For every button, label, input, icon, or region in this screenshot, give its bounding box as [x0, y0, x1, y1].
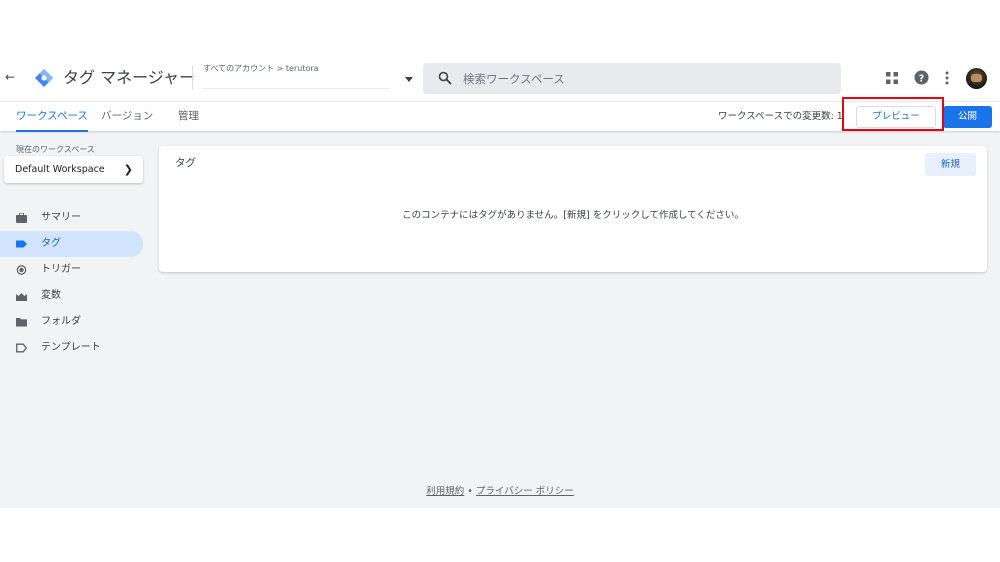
- highlight-annotation-box: [842, 97, 944, 131]
- folder-icon: [16, 318, 27, 327]
- tag-icon: [16, 240, 27, 248]
- tags-card: タグ 新規 このコンテナにはタグがありません。[新規] をクリックして作成してく…: [159, 146, 987, 272]
- sidebar-item-folders[interactable]: フォルダ: [0, 309, 143, 335]
- container-name-placeholder: [203, 79, 389, 89]
- sidebar-item-templates[interactable]: テンプレート: [0, 335, 143, 361]
- account-breadcrumb: すべてのアカウント > terutora: [203, 64, 319, 73]
- sidebar-item-label: タグ: [41, 238, 61, 249]
- footer-separator: •: [464, 486, 476, 497]
- app-title: タグ マネージャー: [63, 68, 195, 87]
- sidebar-item-tags[interactable]: タグ: [0, 231, 143, 257]
- tag-manager-logo-icon: [35, 69, 53, 87]
- apps-grid-icon[interactable]: [886, 72, 898, 84]
- search-icon: [438, 71, 452, 85]
- briefcase-icon: [16, 213, 27, 223]
- new-tag-button[interactable]: 新規: [925, 153, 976, 176]
- avatar[interactable]: [966, 68, 987, 89]
- tab-admin[interactable]: 管理: [178, 102, 199, 131]
- card-title: タグ: [175, 157, 196, 169]
- sidebar-item-label: テンプレート: [41, 342, 101, 353]
- account-container-selector[interactable]: すべてのアカウント > terutora: [203, 63, 415, 95]
- search-input[interactable]: [463, 63, 823, 94]
- svg-text:?: ?: [919, 73, 924, 84]
- empty-state-message: このコンテナにはタグがありません。[新規] をクリックして作成してください。: [402, 210, 744, 221]
- sidebar-item-triggers[interactable]: トリガー: [0, 257, 143, 283]
- workspace-name: Default Workspace: [15, 164, 105, 175]
- help-icon[interactable]: ?: [914, 70, 929, 85]
- tab-versions[interactable]: バージョン: [101, 102, 153, 131]
- chevron-right-icon: ❯: [123, 163, 133, 176]
- search-box[interactable]: [423, 63, 841, 94]
- trigger-icon: [16, 265, 27, 275]
- privacy-policy-link[interactable]: プライバシー ポリシー: [476, 486, 574, 497]
- app-bar: ← タグ マネージャー すべてのアカウント > terutora 検索ワークスペ…: [0, 55, 1000, 101]
- footer: 利用規約 • プライバシー ポリシー: [0, 485, 1000, 498]
- sidebar-item-variables[interactable]: 変数: [0, 283, 143, 309]
- sidebar-item-label: サマリー: [41, 212, 81, 223]
- header-divider: [192, 66, 193, 90]
- workspace-changes-count: ワークスペースでの変更数: 1: [718, 111, 843, 122]
- avatar-image: [971, 74, 982, 82]
- sidebar-item-overview[interactable]: サマリー: [0, 205, 143, 231]
- current-workspace-label: 現在のワークスペース: [16, 145, 95, 154]
- sidebar-item-label: フォルダ: [41, 316, 81, 327]
- more-vert-icon[interactable]: [943, 70, 951, 86]
- publish-button[interactable]: 公開: [943, 106, 992, 128]
- terms-link[interactable]: 利用規約: [426, 486, 464, 497]
- tab-workspace[interactable]: ワークスペース: [16, 102, 88, 132]
- template-icon: [16, 343, 27, 353]
- workspace-selector[interactable]: Default Workspace ❯: [4, 156, 143, 183]
- back-arrow-icon[interactable]: ←: [5, 70, 17, 84]
- variables-icon: [16, 293, 27, 301]
- caret-down-icon[interactable]: [405, 77, 413, 82]
- sidebar-item-label: トリガー: [41, 264, 81, 275]
- sidebar-item-label: 変数: [41, 290, 61, 301]
